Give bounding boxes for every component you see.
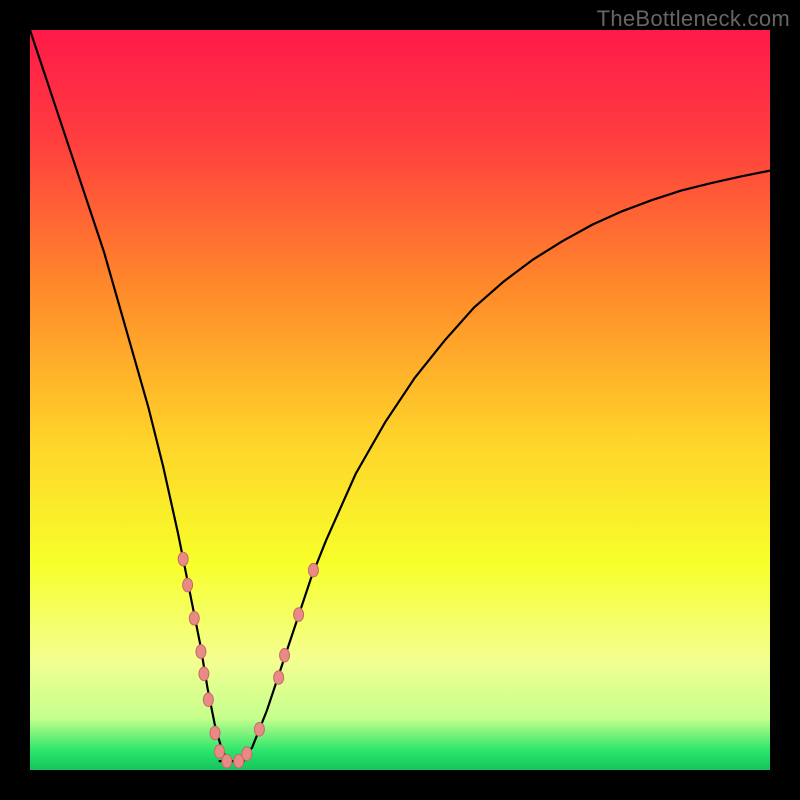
data-marker [274, 671, 284, 685]
bottleneck-chart [0, 0, 800, 800]
data-marker [210, 726, 220, 740]
data-marker [280, 649, 290, 663]
data-marker [199, 667, 209, 681]
data-marker [178, 552, 188, 566]
plot-area [30, 30, 770, 770]
watermark-text: TheBottleneck.com [597, 6, 790, 32]
data-marker [254, 723, 264, 737]
data-marker [183, 578, 193, 592]
data-marker [242, 747, 252, 761]
chart-root: TheBottleneck.com [0, 0, 800, 800]
data-marker [222, 754, 232, 768]
data-marker [189, 612, 199, 626]
data-marker [308, 563, 318, 577]
data-marker [196, 645, 206, 659]
data-marker [294, 608, 304, 622]
data-marker [203, 693, 213, 707]
